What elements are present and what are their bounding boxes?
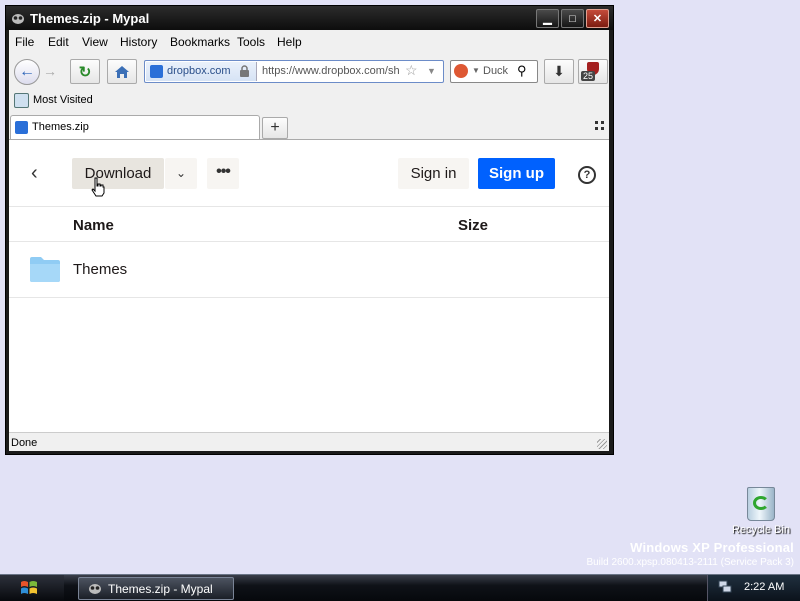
tab-themes-zip[interactable]: Themes.zip — [10, 115, 260, 139]
os-watermark-title: Windows XP Professional — [630, 540, 794, 555]
back-button[interactable]: ← — [14, 59, 40, 85]
taskbar-item-label: Themes.zip - Mypal — [108, 582, 213, 596]
taskbar-item-mypal[interactable]: Themes.zip - Mypal — [78, 577, 234, 600]
help-icon[interactable]: ? — [578, 166, 596, 184]
page-content: ‹ Download ⌄ ••• Sign in Sign up ? Name … — [9, 140, 609, 432]
extension-badge: 25 — [581, 71, 596, 81]
column-header-name[interactable]: Name — [73, 217, 114, 234]
download-arrow-icon: ⬇ — [553, 63, 565, 79]
duckduckgo-icon[interactable] — [454, 64, 468, 78]
browser-window: Themes.zip - Mypal ▁ □ ✕ File Edit View … — [5, 5, 614, 455]
site-domain: dropbox.com — [167, 65, 231, 77]
reload-icon: ↻ — [78, 63, 92, 81]
bookmark-most-visited[interactable]: Most Visited — [33, 94, 93, 106]
file-name[interactable]: Themes — [73, 261, 127, 278]
mypal-app-icon — [12, 14, 24, 24]
back-chevron-icon[interactable]: ‹ — [31, 162, 38, 185]
maximize-icon: □ — [569, 12, 576, 25]
clock[interactable]: 2:22 AM — [744, 581, 784, 593]
maximize-button[interactable]: □ — [561, 9, 584, 28]
search-icon[interactable]: ⚲ — [517, 63, 527, 79]
menu-edit[interactable]: Edit — [48, 35, 69, 49]
menu-help[interactable]: Help — [277, 35, 302, 49]
file-row[interactable]: Themes — [9, 241, 609, 298]
url-text[interactable]: https://www.dropbox.com/sh — [262, 65, 402, 77]
menu-bar: File Edit View History Bookmarks Tools H… — [9, 30, 609, 52]
lock-icon — [240, 65, 249, 77]
minimize-icon: ▁ — [543, 13, 552, 25]
search-input[interactable]: Duck — [483, 65, 513, 77]
download-button[interactable]: Download — [72, 158, 164, 189]
minimize-button[interactable]: ▁ — [536, 9, 559, 28]
most-visited-icon — [14, 93, 29, 108]
navigation-toolbar: ← → ↻ dropbox.com https://www.dropbox.co… — [9, 56, 609, 86]
resize-grip-icon[interactable] — [597, 439, 607, 449]
column-header-size[interactable]: Size — [458, 217, 488, 234]
close-button[interactable]: ✕ — [586, 9, 609, 28]
tab-label: Themes.zip — [32, 121, 89, 133]
dropbox-favicon-icon — [150, 65, 163, 78]
more-icon: ••• — [216, 163, 231, 180]
dropbox-favicon-icon — [15, 121, 28, 134]
download-options-button[interactable]: ⌄ — [165, 158, 197, 189]
bookmarks-toolbar: Most Visited — [9, 90, 609, 110]
menu-view[interactable]: View — [82, 35, 108, 49]
bookmark-star-icon[interactable]: ☆ — [405, 62, 418, 79]
reload-button[interactable]: ↻ — [70, 59, 100, 84]
title-bar[interactable]: Themes.zip - Mypal ▁ □ ✕ — [6, 6, 613, 30]
hand-cursor-icon — [91, 177, 105, 197]
url-dropdown-icon[interactable]: ▼ — [427, 66, 436, 76]
plus-icon: + — [270, 119, 280, 136]
system-tray: 2:22 AM — [707, 575, 800, 601]
recycle-bin-label: Recycle Bin — [732, 524, 791, 536]
search-engine-caret-icon[interactable]: ▼ — [472, 66, 480, 75]
recycle-bin-icon — [747, 487, 775, 521]
extension-button[interactable]: 25 — [578, 59, 608, 84]
tab-strip: Themes.zip + — [9, 114, 609, 140]
site-identity[interactable]: dropbox.com — [146, 62, 257, 81]
browser-client: File Edit View History Bookmarks Tools H… — [9, 30, 609, 451]
arrow-left-icon: ← — [19, 63, 35, 80]
mypal-app-icon — [89, 584, 101, 594]
os-watermark-build: Build 2600.xpsp.080413-2111 (Service Pac… — [586, 557, 794, 568]
home-button[interactable] — [107, 59, 137, 84]
file-list-header: Name Size — [9, 206, 609, 242]
start-button[interactable] — [0, 575, 64, 601]
menu-history[interactable]: History — [120, 35, 157, 49]
taskbar: Themes.zip - Mypal 2:22 AM — [0, 574, 800, 601]
menu-tools[interactable]: Tools — [237, 35, 265, 49]
new-tab-button[interactable]: + — [262, 117, 288, 139]
close-icon: ✕ — [592, 13, 603, 25]
window-title: Themes.zip - Mypal — [30, 11, 150, 26]
forward-arrow-icon[interactable]: → — [43, 63, 57, 79]
more-options-button[interactable]: ••• — [207, 158, 239, 189]
status-text: Done — [11, 437, 38, 449]
sign-in-button[interactable]: Sign in — [398, 158, 469, 189]
chevron-down-icon: ⌄ — [175, 166, 187, 180]
status-bar: Done — [9, 432, 609, 451]
menu-bookmarks[interactable]: Bookmarks — [170, 35, 230, 49]
windows-logo-icon — [21, 581, 37, 594]
recycle-bin[interactable]: Recycle Bin — [732, 487, 790, 536]
url-bar[interactable]: dropbox.com https://www.dropbox.com/sh ☆… — [144, 60, 444, 83]
downloads-button[interactable]: ⬇ — [544, 59, 574, 84]
sign-up-button[interactable]: Sign up — [478, 158, 555, 189]
menu-file[interactable]: File — [15, 35, 34, 49]
search-bar[interactable]: ▼ Duck ⚲ — [450, 60, 538, 83]
network-icon[interactable] — [718, 580, 732, 593]
folder-icon — [30, 257, 60, 282]
home-icon — [115, 65, 129, 78]
tab-list-icon[interactable] — [595, 121, 604, 130]
